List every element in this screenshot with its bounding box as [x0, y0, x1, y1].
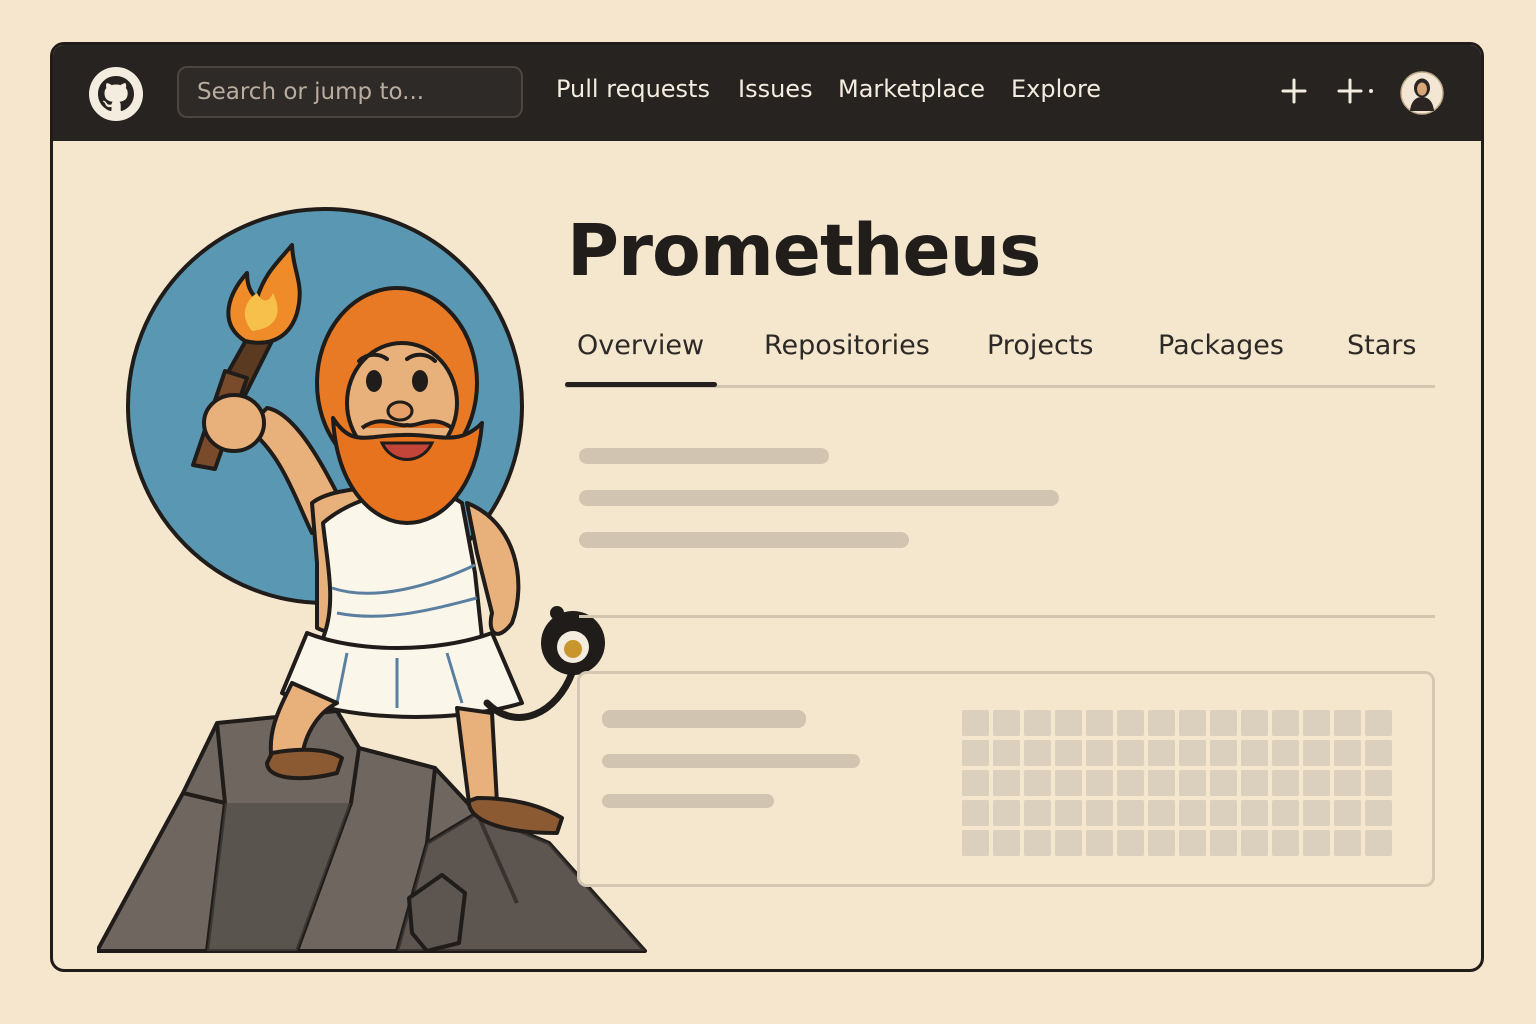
contribution-cell	[1210, 800, 1237, 826]
contribution-cell	[1148, 740, 1175, 766]
plus-icon[interactable]	[1279, 74, 1309, 108]
contribution-cell	[1055, 710, 1082, 736]
section-divider	[579, 615, 1435, 618]
tab-projects[interactable]: Projects	[987, 330, 1093, 361]
contribution-cell	[1365, 710, 1392, 736]
tab-overview[interactable]: Overview	[577, 330, 704, 361]
contribution-cell	[1024, 800, 1051, 826]
nav-pull-requests[interactable]: Pull requests	[556, 75, 710, 103]
contribution-cell	[1303, 800, 1330, 826]
contribution-cell	[1055, 800, 1082, 826]
plus-dropdown-icon[interactable]	[1335, 74, 1377, 108]
contribution-cell	[1148, 770, 1175, 796]
contribution-cell	[1365, 800, 1392, 826]
contribution-cell	[1365, 770, 1392, 796]
contribution-cell	[1241, 830, 1268, 856]
contribution-cell	[993, 800, 1020, 826]
skeleton-line	[602, 794, 774, 808]
contribution-cell	[1024, 830, 1051, 856]
search-box[interactable]	[177, 66, 523, 118]
contribution-cell	[1334, 770, 1361, 796]
contribution-cell	[1241, 710, 1268, 736]
contribution-cell	[1303, 770, 1330, 796]
skeleton-line	[602, 710, 806, 728]
contribution-cell	[993, 830, 1020, 856]
contribution-card	[577, 671, 1435, 887]
contribution-cell	[962, 770, 989, 796]
contribution-cell	[1086, 830, 1113, 856]
contribution-cell	[1055, 740, 1082, 766]
skeleton-line	[579, 448, 829, 464]
tab-stars[interactable]: Stars	[1347, 330, 1416, 361]
contribution-cell	[1334, 830, 1361, 856]
contribution-cell	[1334, 740, 1361, 766]
contribution-grid	[962, 710, 1392, 856]
contribution-cell	[1117, 800, 1144, 826]
contribution-cell	[1055, 830, 1082, 856]
contribution-cell	[1179, 800, 1206, 826]
contribution-cell	[1210, 770, 1237, 796]
skeleton-line	[602, 754, 860, 768]
contribution-cell	[1117, 710, 1144, 736]
contribution-cell	[1241, 740, 1268, 766]
contribution-cell	[1365, 740, 1392, 766]
contribution-cell	[1272, 800, 1299, 826]
contribution-cell	[1024, 770, 1051, 796]
contribution-cell	[1272, 710, 1299, 736]
prometheus-illustration	[97, 207, 647, 953]
contribution-cell	[1117, 740, 1144, 766]
contribution-cell	[1272, 740, 1299, 766]
contribution-cell	[1024, 710, 1051, 736]
contribution-cell	[962, 830, 989, 856]
search-input[interactable]	[179, 68, 521, 116]
github-logo-icon[interactable]	[87, 65, 145, 123]
contribution-cell	[1148, 830, 1175, 856]
contribution-cell	[962, 740, 989, 766]
top-navbar: Pull requests Issues Marketplace Explore	[53, 45, 1481, 141]
contribution-cell	[1272, 770, 1299, 796]
contribution-cell	[1024, 740, 1051, 766]
contribution-cell	[1303, 830, 1330, 856]
contribution-cell	[1303, 740, 1330, 766]
contribution-cell	[1117, 830, 1144, 856]
contribution-cell	[1086, 770, 1113, 796]
contribution-cell	[1365, 830, 1392, 856]
contribution-cell	[1179, 770, 1206, 796]
nav-explore[interactable]: Explore	[1011, 75, 1101, 103]
contribution-cell	[1148, 710, 1175, 736]
browser-window: Pull requests Issues Marketplace Explore	[50, 42, 1484, 972]
contribution-cell	[1055, 770, 1082, 796]
contribution-cell	[1148, 800, 1175, 826]
contribution-cell	[962, 710, 989, 736]
nav-issues[interactable]: Issues	[738, 75, 813, 103]
contribution-cell	[1241, 800, 1268, 826]
contribution-cell	[1272, 830, 1299, 856]
contribution-cell	[1086, 740, 1113, 766]
contribution-cell	[993, 740, 1020, 766]
contribution-cell	[1210, 830, 1237, 856]
active-tab-indicator	[565, 382, 717, 387]
contribution-cell	[993, 770, 1020, 796]
contribution-cell	[1334, 710, 1361, 736]
contribution-cell	[962, 800, 989, 826]
contribution-cell	[1303, 710, 1330, 736]
profile-name: Prometheus	[567, 209, 1041, 292]
contribution-cell	[1086, 710, 1113, 736]
contribution-cell	[1117, 770, 1144, 796]
skeleton-line	[579, 490, 1059, 506]
skeleton-line	[579, 532, 909, 548]
contribution-cell	[1179, 830, 1206, 856]
contribution-cell	[1334, 800, 1361, 826]
contribution-cell	[1179, 740, 1206, 766]
contribution-cell	[993, 710, 1020, 736]
contribution-cell	[1179, 710, 1206, 736]
contribution-cell	[1210, 710, 1237, 736]
nav-marketplace[interactable]: Marketplace	[838, 75, 985, 103]
contribution-cell	[1086, 800, 1113, 826]
tab-repositories[interactable]: Repositories	[764, 330, 930, 361]
contribution-cell	[1241, 770, 1268, 796]
avatar[interactable]	[1400, 71, 1444, 115]
contribution-cell	[1210, 740, 1237, 766]
tab-packages[interactable]: Packages	[1158, 330, 1284, 361]
